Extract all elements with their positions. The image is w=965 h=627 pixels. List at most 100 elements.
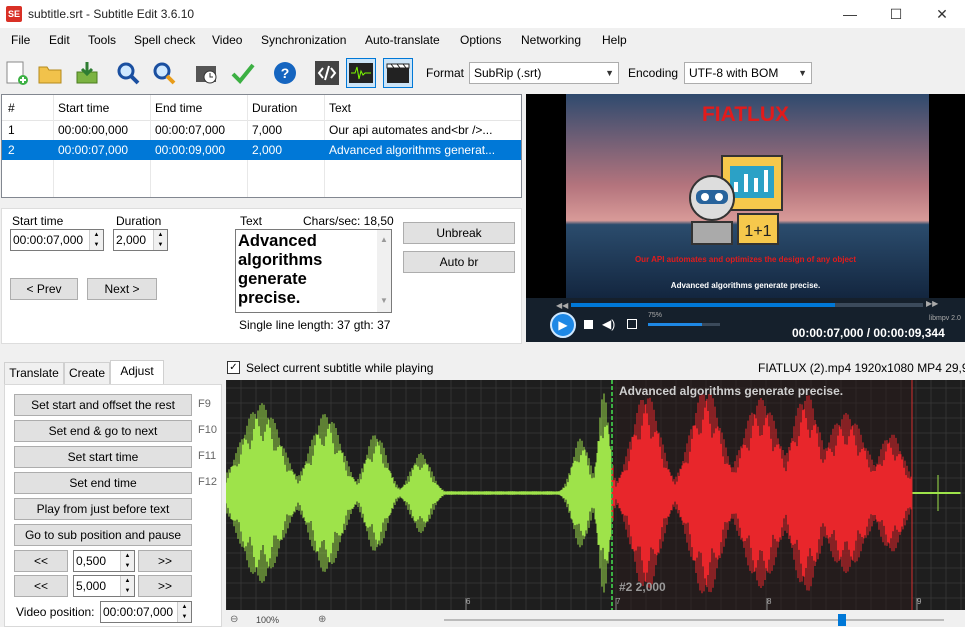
waveform-panel[interactable]: Advanced algorithms generate precise. #2…	[226, 380, 965, 610]
col-text[interactable]: Text	[323, 98, 521, 118]
video-brand-text: FIATLUX	[701, 103, 790, 126]
menu-edit[interactable]: Edit	[49, 33, 70, 47]
video-toggle-icon[interactable]	[383, 58, 413, 88]
minimize-button[interactable]: —	[827, 0, 873, 28]
spinner-icon[interactable]: ▲ ▼	[120, 576, 134, 596]
waveform-marker: #2 2,000	[619, 580, 666, 594]
back-small-button[interactable]: <<	[14, 550, 68, 572]
play-icon[interactable]: ▶	[550, 312, 576, 338]
table-row[interactable]: 1 00:00:00,000 00:00:07,000 7,000 Our ap…	[2, 120, 521, 140]
set-end-next-button[interactable]: Set end & go to next	[14, 420, 192, 442]
subtitle-text-area[interactable]: Advanced algorithms generate precise. ▲ ▼	[235, 229, 392, 313]
subtitle-grid[interactable]: # Start time End time Duration Text 1 00…	[1, 94, 522, 198]
close-button[interactable]: ✕	[919, 0, 965, 28]
encoding-value: UTF-8 with BOM	[689, 66, 779, 80]
back-large-button[interactable]: <<	[14, 575, 68, 597]
fullscreen-icon[interactable]	[627, 319, 637, 329]
menu-help[interactable]: Help	[602, 33, 627, 47]
tick-label: 7	[616, 597, 621, 606]
select-while-playing-checkbox[interactable]: ✓	[227, 361, 240, 374]
col-end-time[interactable]: End time	[149, 98, 246, 118]
video-position-input[interactable]: 00:00:07,000 ▲ ▼	[100, 601, 192, 623]
menu-spell-check[interactable]: Spell check	[134, 33, 195, 47]
duration-label: Duration	[116, 214, 162, 228]
waveform-position-slider[interactable]	[444, 619, 944, 621]
new-file-icon[interactable]	[1, 58, 31, 88]
zoom-in-icon[interactable]: ⊕	[318, 614, 326, 625]
col-number[interactable]: #	[2, 98, 52, 118]
forward-icon[interactable]: ▶▶	[926, 299, 938, 308]
menu-tools[interactable]: Tools	[88, 33, 116, 47]
tab-adjust[interactable]: Adjust	[110, 360, 164, 384]
svg-text:1+1: 1+1	[744, 223, 771, 240]
zoom-out-icon[interactable]: ⊖	[230, 614, 238, 625]
row-duration: 2,000	[252, 143, 283, 157]
spinner-icon[interactable]: ▲ ▼	[120, 551, 134, 571]
forward-small-button[interactable]: >>	[138, 550, 192, 572]
spinner-icon[interactable]: ▲ ▼	[153, 230, 167, 250]
visual-sync-icon[interactable]	[191, 58, 221, 88]
prev-button[interactable]: < Prev	[10, 278, 78, 300]
go-to-sub-pause-button[interactable]: Go to sub position and pause	[14, 524, 192, 546]
svg-text:?: ?	[281, 65, 290, 81]
forward-large-button[interactable]: >>	[138, 575, 192, 597]
single-line-length: Single line length: 37 gth: 37	[239, 318, 391, 332]
encoding-label: Encoding	[628, 66, 679, 80]
find-icon[interactable]	[113, 58, 143, 88]
spinner-icon[interactable]: ▲ ▼	[177, 602, 191, 622]
source-view-icon[interactable]	[312, 58, 342, 88]
open-folder-icon[interactable]	[35, 58, 65, 88]
col-start-time[interactable]: Start time	[52, 98, 149, 118]
maximize-button[interactable]: ☐	[873, 0, 919, 28]
row-text: Advanced algorithms generat...	[329, 143, 496, 157]
title-bar: SE subtitle.srt - Subtitle Edit 3.6.10 —…	[0, 0, 965, 28]
replace-icon[interactable]	[149, 58, 179, 88]
row-start: 00:00:00,000	[58, 123, 129, 137]
set-start-time-button[interactable]: Set start time	[14, 446, 192, 468]
seek-bar[interactable]	[571, 303, 923, 307]
menu-options[interactable]: Options	[460, 33, 501, 47]
menu-file[interactable]: File	[11, 33, 30, 47]
text-scrollbar[interactable]: ▲ ▼	[377, 230, 391, 312]
row-number: 2	[8, 143, 15, 157]
waveform-subtitle-text: Advanced algorithms generate precise.	[619, 384, 844, 398]
video-position-value: 00:00:07,000	[103, 605, 174, 619]
text-line: precise.	[238, 289, 301, 307]
col-duration[interactable]: Duration	[246, 98, 323, 118]
duration-input[interactable]: 2,000 ▲ ▼	[113, 229, 168, 251]
tick-label: 9	[917, 597, 922, 606]
rewind-icon[interactable]: ◀◀	[556, 301, 568, 310]
tab-create[interactable]: Create	[64, 362, 110, 384]
small-step-input[interactable]: 0,500 ▲ ▼	[73, 550, 135, 572]
auto-br-button[interactable]: Auto br	[403, 251, 515, 273]
unbreak-button[interactable]: Unbreak	[403, 222, 515, 244]
spell-check-icon[interactable]	[228, 58, 258, 88]
large-step-input[interactable]: 5,000 ▲ ▼	[73, 575, 135, 597]
menu-auto-translate[interactable]: Auto-translate	[365, 33, 440, 47]
waveform-toggle-icon[interactable]	[346, 58, 376, 88]
volume-slider[interactable]	[648, 323, 720, 326]
window-title: subtitle.srt - Subtitle Edit 3.6.10	[28, 7, 195, 21]
video-player[interactable]: 1+1 FIATLUX Our API automates and optimi…	[526, 94, 965, 342]
libmpv-label: libmpv 2.0	[929, 315, 961, 322]
set-start-offset-button[interactable]: Set start and offset the rest	[14, 394, 192, 416]
play-before-text-button[interactable]: Play from just before text	[14, 498, 192, 520]
start-time-input[interactable]: 00:00:07,000 ▲ ▼	[10, 229, 104, 251]
video-file-info: FIATLUX (2).mp4 1920x1080 MP4 29,999	[758, 361, 965, 375]
set-end-time-button[interactable]: Set end time	[14, 472, 192, 494]
encoding-select[interactable]: UTF-8 with BOM ▼	[684, 62, 812, 84]
large-step-value: 5,000	[76, 579, 107, 593]
slider-thumb[interactable]	[838, 614, 846, 626]
help-icon[interactable]: ?	[270, 58, 300, 88]
save-icon[interactable]	[72, 58, 102, 88]
tab-translate[interactable]: Translate	[4, 362, 64, 384]
format-select[interactable]: SubRip (.srt) ▼	[469, 62, 619, 84]
volume-icon[interactable]: ◀)	[602, 317, 615, 331]
table-row-selected[interactable]: 2 00:00:07,000 00:00:09,000 2,000 Advanc…	[2, 140, 521, 160]
menu-video[interactable]: Video	[212, 33, 242, 47]
menu-networking[interactable]: Networking	[521, 33, 581, 47]
spinner-icon[interactable]: ▲ ▼	[89, 230, 103, 250]
stop-icon[interactable]	[584, 320, 593, 329]
next-button[interactable]: Next >	[87, 278, 157, 300]
menu-synchronization[interactable]: Synchronization	[261, 33, 346, 47]
